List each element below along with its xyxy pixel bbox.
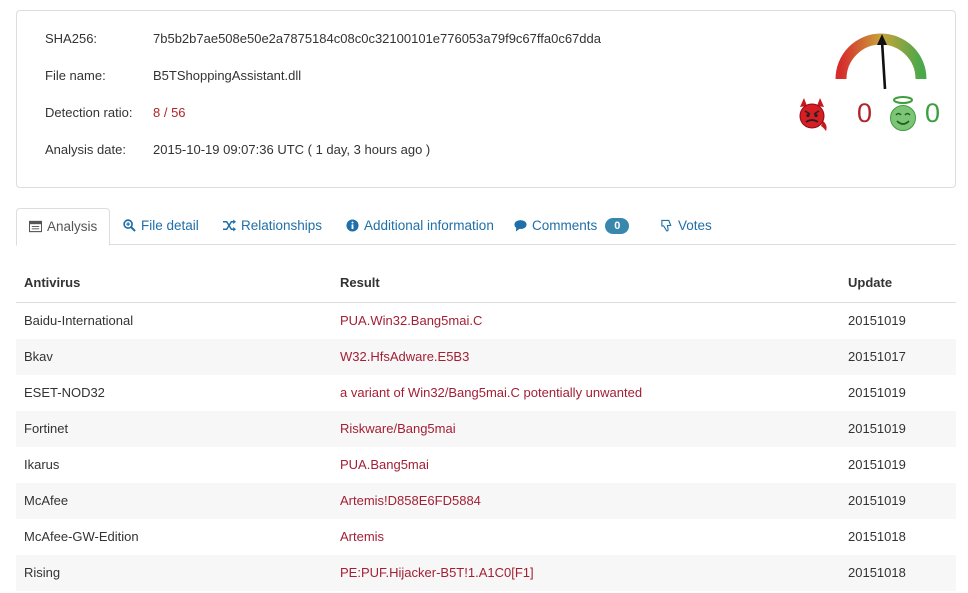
header-result: Result: [340, 275, 380, 290]
antivirus-name: Ikarus: [24, 457, 60, 472]
antivirus-results-table: Antivirus Result Update Baidu-Internatio…: [16, 265, 956, 591]
detection-result: Artemis: [340, 529, 385, 544]
antivirus-name: Fortinet: [24, 421, 69, 436]
antivirus-name: McAfee: [24, 493, 69, 508]
tab-relationships[interactable]: Relationships: [211, 208, 334, 245]
file-info-panel: SHA256: 7b5b2b7ae508e50e2a7875184c08c0c3…: [16, 10, 956, 188]
sha256-value: 7b5b2b7ae508e50e2a7875184c08c0c32100101e…: [153, 31, 601, 46]
antivirus-name: Bkav: [24, 349, 53, 364]
filename-value: B5TShoppingAssistant.dll: [153, 68, 302, 83]
antivirus-name: Baidu-International: [24, 313, 134, 328]
report-tabs: Analysis File detail Relationships Addit…: [16, 208, 956, 246]
sha256-label: SHA256:: [45, 31, 98, 46]
angel-icon: [890, 96, 916, 131]
detection-result: a variant of Win32/Bang5mai.C potentiall…: [340, 385, 643, 400]
table-row: McAfee-GW-Edition Artemis 20151018: [16, 519, 956, 555]
community-votes: 0 0: [795, 95, 955, 135]
update-date: 20151019: [848, 313, 906, 328]
tab-analysis-label: Analysis: [47, 219, 98, 234]
detection-result: W32.HfsAdware.E5B3: [340, 349, 470, 364]
zoom-icon: [123, 219, 136, 232]
bad-votes-count: 0: [857, 98, 873, 128]
table-row: ESET-NOD32 a variant of Win32/Bang5mai.C…: [16, 375, 956, 411]
antivirus-name: McAfee-GW-Edition: [24, 529, 139, 544]
detection-result: Riskware/Bang5mai: [340, 421, 456, 436]
update-date: 20151018: [848, 529, 906, 544]
update-date: 20151019: [848, 457, 906, 472]
update-date: 20151019: [848, 385, 906, 400]
tab-relationships-label: Relationships: [241, 218, 323, 233]
table-row: Fortinet Riskware/Bang5mai 20151019: [16, 411, 956, 447]
update-date: 20151019: [848, 493, 906, 508]
tab-comments-label: Comments: [532, 218, 598, 233]
comments-count-badge: 0: [605, 218, 630, 234]
tab-analysis[interactable]: Analysis: [16, 208, 111, 246]
detection-result: Artemis!D858E6FD5884: [340, 493, 481, 508]
filename-label: File name:: [45, 68, 106, 83]
gauge-needle: [880, 40, 887, 90]
update-date: 20151017: [848, 349, 906, 364]
detection-ratio-value: 8 / 56: [153, 105, 186, 120]
tab-votes-label: Votes: [678, 218, 712, 233]
good-votes-count: 0: [925, 98, 941, 128]
tab-votes[interactable]: Votes: [648, 208, 724, 245]
update-date: 20151018: [848, 565, 906, 580]
table-row: Rising PE:PUF.Hijacker-B5T!1.A1C0[F1] 20…: [16, 555, 956, 591]
detection-ratio-label: Detection ratio:: [45, 105, 133, 120]
table-row: McAfee Artemis!D858E6FD5884 20151019: [16, 483, 956, 519]
analysis-date-value: 2015-10-19 09:07:36 UTC ( 1 day, 3 hours…: [153, 142, 431, 157]
table-row: Bkav W32.HfsAdware.E5B3 20151017: [16, 339, 956, 375]
devil-icon: [799, 98, 827, 131]
table-header: Antivirus Result Update: [16, 265, 956, 303]
update-date: 20151019: [848, 421, 906, 436]
header-update: Update: [848, 275, 893, 290]
tab-additional-information[interactable]: Additional information: [334, 208, 506, 245]
analysis-date-label: Analysis date:: [45, 142, 126, 157]
antivirus-name: ESET-NOD32: [24, 385, 105, 400]
tab-additional-information-label: Additional information: [364, 218, 494, 233]
antivirus-name: Rising: [24, 565, 61, 580]
community-score-gauge: [835, 33, 927, 90]
comment-icon: [514, 220, 527, 232]
thumbs-down-icon: [661, 219, 672, 232]
detection-result: PUA.Win32.Bang5mai.C: [340, 313, 483, 328]
table-row: Baidu-International PUA.Win32.Bang5mai.C…: [16, 303, 956, 339]
info-icon: [346, 219, 359, 232]
table-icon: [29, 220, 42, 233]
detection-result: PUA.Bang5mai: [340, 457, 429, 472]
tab-comments[interactable]: Comments 0: [502, 208, 641, 245]
shuffle-icon: [223, 219, 236, 232]
detection-result: PE:PUF.Hijacker-B5T!1.A1C0[F1]: [340, 565, 534, 580]
table-row: Ikarus PUA.Bang5mai 20151019: [16, 447, 956, 483]
header-antivirus: Antivirus: [24, 275, 81, 290]
tab-file-detail-label: File detail: [141, 218, 199, 233]
tab-file-detail[interactable]: File detail: [111, 208, 211, 245]
